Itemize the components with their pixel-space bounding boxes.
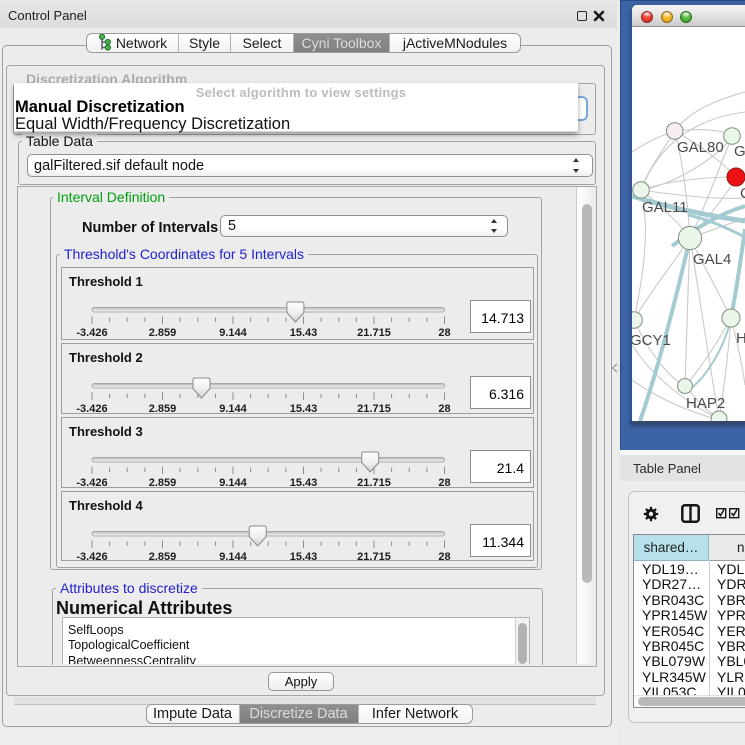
svg-text:GCY1: GCY1 xyxy=(632,332,671,349)
svg-text:GAL80: GAL80 xyxy=(677,139,724,156)
svg-text:HAP2: HAP2 xyxy=(686,395,725,412)
svg-text:C: C xyxy=(740,185,745,202)
svg-text:GAL4: GAL4 xyxy=(693,251,731,268)
svg-text:GAL11: GAL11 xyxy=(642,199,688,216)
svg-text:H: H xyxy=(736,330,745,347)
svg-text:GA: GA xyxy=(734,143,745,160)
